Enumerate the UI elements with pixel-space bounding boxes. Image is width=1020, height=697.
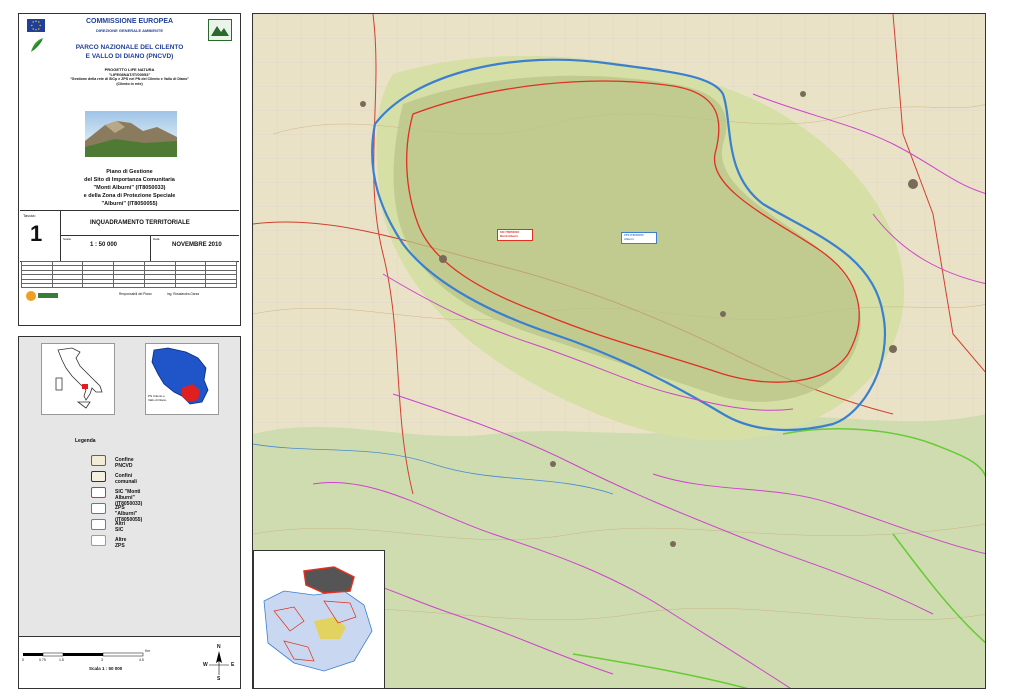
scalebar-tick-0: 0 bbox=[22, 658, 24, 662]
legend-swatch bbox=[91, 535, 106, 546]
legend-label: Altre ZPS bbox=[115, 537, 127, 549]
overview-inset-map bbox=[253, 550, 385, 688]
sheet-scale: 1 : 50 000 bbox=[90, 242, 118, 248]
park-title-line2: E VALLO DI DIANO (PNCVD) bbox=[85, 53, 174, 60]
plan-line2: del Sito di Importanza Comunitaria bbox=[84, 177, 175, 183]
legend-label: Altri SIC bbox=[115, 521, 125, 533]
scalebar-tick-4: 4.5 bbox=[139, 658, 144, 662]
scalebar-panel: Km 0 0.75 1.5 3 4.5 Scala 1 : 50 000 N W… bbox=[18, 636, 241, 689]
title-block: COMMISSIONE EUROPEA DIREZIONE GENERALE A… bbox=[18, 13, 241, 326]
directorate-subtitle: DIREZIONE GENERALE AMBIENTE bbox=[96, 28, 163, 33]
scalebar-text: Scala 1 : 50 000 bbox=[89, 666, 123, 671]
company-logo bbox=[25, 289, 61, 301]
scale-label: Scala: bbox=[63, 237, 72, 241]
legend-swatch bbox=[91, 503, 106, 514]
responsible-name: Ing. Rosalandra Garza bbox=[167, 292, 200, 296]
italy-inset-map bbox=[41, 343, 115, 415]
landscape-photo bbox=[85, 111, 177, 157]
north-label: N bbox=[217, 644, 221, 650]
sic-label-box: SIC IT8050033 Monti Alburni bbox=[497, 229, 533, 241]
date-label: Data: bbox=[153, 237, 161, 241]
sheet-number: 1 bbox=[30, 221, 43, 246]
responsible-label: Responsabili del Piano: bbox=[119, 292, 153, 296]
scalebar-tick-3: 3 bbox=[101, 658, 103, 662]
scalebar-tick-1: 0.75 bbox=[39, 658, 46, 662]
south-label: S bbox=[217, 676, 221, 682]
legend-swatch bbox=[91, 471, 106, 482]
campania-inset-map: PN Cilento e Vallo di Diano bbox=[145, 343, 219, 415]
zps-label-line2: Alburni bbox=[624, 237, 634, 241]
commission-title: COMMISSIONE EUROPEA bbox=[85, 18, 174, 25]
legend-title: Legenda bbox=[75, 438, 96, 444]
scalebar-tick-2: 1.5 bbox=[59, 658, 64, 662]
park-title-line1: PARCO NAZIONALE DEL CILENTO bbox=[75, 44, 184, 51]
revision-table bbox=[21, 260, 237, 289]
sheet-title: INQUADRAMENTO TERRITORIALE bbox=[90, 220, 190, 226]
scalebar-graphic bbox=[23, 651, 229, 675]
pn-inset-label-line2: Vallo di Diano bbox=[148, 398, 167, 402]
main-map[interactable]: SIC IT8050033 Monti Alburni ZPS IT805005… bbox=[252, 13, 986, 689]
legend-swatch bbox=[91, 487, 106, 498]
sic-label-line2: Monti Alburni bbox=[500, 234, 518, 238]
west-label: W bbox=[203, 662, 208, 668]
plan-line1: Piano di Gestione bbox=[106, 169, 153, 175]
plan-line5: "Alburni" (IT8050055) bbox=[101, 201, 158, 207]
sheet-box: Tavola: 1 INQUADRAMENTO TERRITORIALE Sca… bbox=[20, 210, 239, 262]
tavola-label: Tavola: bbox=[23, 213, 36, 218]
scalebar-unit: Km bbox=[145, 649, 151, 653]
plan-line3: "Monti Alburni" (IT8050033) bbox=[93, 185, 166, 191]
east-label: E bbox=[231, 662, 235, 668]
legend-label: Confini comunali bbox=[115, 473, 137, 485]
legend-label: Confine PNCVD bbox=[115, 457, 134, 469]
legend-swatch bbox=[91, 519, 106, 530]
zps-label-box: ZPS IT8050055 Alburni bbox=[621, 232, 657, 244]
sheet-date: NOVEMBRE 2010 bbox=[172, 242, 222, 248]
plan-line4: e della Zona di Protezione Speciale bbox=[83, 193, 176, 199]
project-line4: (Cilento in rete) bbox=[116, 82, 143, 86]
legend-swatch bbox=[91, 455, 106, 466]
project-line3: "Gestione della rete di SICp e ZPS nel P… bbox=[69, 77, 190, 81]
